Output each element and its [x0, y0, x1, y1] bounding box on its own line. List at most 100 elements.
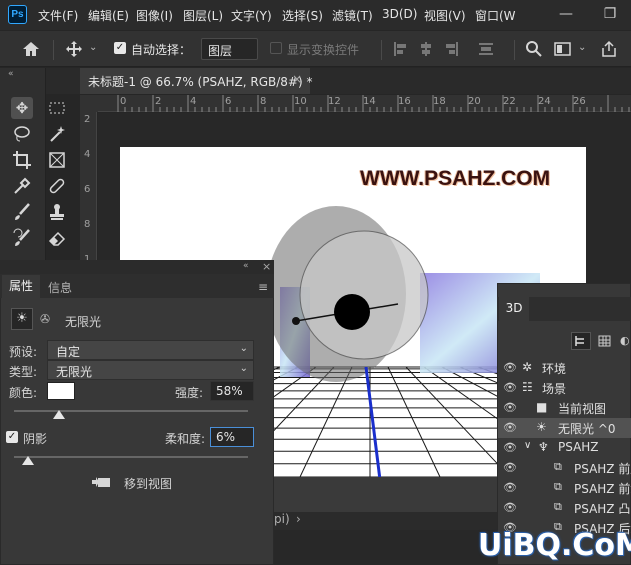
align-center-icon[interactable]: [417, 40, 435, 58]
menu-view[interactable]: 视图(V): [424, 7, 466, 24]
move-to-view-label[interactable]: 移到视图: [124, 475, 172, 492]
eye-icon[interactable]: 👁: [503, 461, 517, 474]
menu-layer[interactable]: 图层(L): [183, 7, 223, 24]
3d-item-material[interactable]: 👁 ⧉ PSAHZ 凸出: [498, 498, 631, 518]
scene-filter-icon[interactable]: [571, 332, 591, 350]
crop-tool-icon[interactable]: [11, 149, 33, 171]
panel-menu-icon[interactable]: ≡: [258, 280, 268, 294]
layer-dropdown[interactable]: 图层: [201, 38, 258, 60]
magic-wand-icon[interactable]: [46, 123, 68, 145]
3d-item-current-view[interactable]: 👁 ■ 当前视图: [498, 398, 631, 418]
color-swatch[interactable]: [47, 382, 75, 400]
brush-tool-icon[interactable]: [11, 201, 33, 223]
eyedropper-icon[interactable]: [11, 175, 33, 197]
document-tab[interactable]: 未标题-1 @ 66.7% (PSAHZ, RGB/8#) *: [80, 68, 312, 94]
align-right-icon[interactable]: [443, 40, 461, 58]
frame-tool-icon[interactable]: [46, 149, 68, 171]
close-icon[interactable]: ×: [262, 260, 271, 273]
chevron-right-icon[interactable]: ›: [296, 512, 301, 526]
restore-button[interactable]: ❐: [592, 0, 628, 30]
eye-icon[interactable]: 👁: [503, 381, 517, 394]
eye-icon[interactable]: 👁: [503, 421, 517, 434]
align-left-icon[interactable]: [391, 40, 409, 58]
collapse-icon[interactable]: «: [243, 261, 249, 271]
light-icon[interactable]: ☀: [11, 308, 33, 330]
chevron-down-icon[interactable]: ⌄: [578, 42, 586, 53]
ruler-label: 24: [538, 96, 551, 107]
chevron-down-icon: ⌄: [239, 363, 248, 374]
close-icon[interactable]: ×: [292, 72, 302, 86]
properties-panel: [0, 260, 274, 565]
3d-item-label: PSAHZ 前膨: [574, 462, 631, 476]
auto-select-label: 自动选择：: [131, 43, 192, 57]
ruler-label: 14: [363, 96, 376, 107]
show-transform-label: 显示变换控件: [287, 43, 360, 57]
light-handle: [292, 317, 300, 325]
softness-slider[interactable]: [14, 456, 248, 458]
move-tool-icon[interactable]: [63, 39, 85, 59]
3d-item-psahz[interactable]: 👁 ∨ ♆ PSAHZ: [498, 438, 631, 458]
menu-select[interactable]: 选择(S): [282, 7, 323, 24]
eye-icon[interactable]: 👁: [503, 501, 517, 514]
marquee-tool-icon[interactable]: [46, 97, 68, 119]
intensity-slider[interactable]: [14, 410, 248, 412]
horizontal-ruler[interactable]: 0 2 4 6 8 10 12 14 16 18 20 22 24 26: [98, 95, 631, 112]
preset-dropdown[interactable]: 自定 ⌄: [47, 340, 254, 360]
menu-filter[interactable]: 滤镜(T): [332, 7, 373, 24]
type-dropdown[interactable]: 无限光 ⌄: [47, 360, 254, 380]
intensity-slider-thumb[interactable]: [53, 410, 66, 419]
chevron-down-icon[interactable]: ∨: [524, 440, 531, 451]
material-filter-icon[interactable]: ◐: [620, 334, 631, 348]
eraser-tool-icon[interactable]: [46, 227, 68, 249]
stamp-tool-icon[interactable]: [46, 201, 68, 223]
lasso-tool-icon[interactable]: [11, 123, 33, 145]
search-icon[interactable]: [524, 39, 544, 59]
menu-type[interactable]: 文字(Y): [231, 7, 272, 24]
distribute-icon[interactable]: [477, 40, 495, 58]
tab-3d[interactable]: 3D: [499, 297, 529, 321]
3d-item-label: PSAHZ: [558, 440, 599, 454]
eye-icon[interactable]: 👁: [503, 481, 517, 494]
menu-image[interactable]: 图像(I): [136, 7, 173, 24]
3d-item-material[interactable]: 👁 ⧉ PSAHZ 前膨: [498, 458, 631, 478]
3d-item-environment[interactable]: 👁 ✲ 环境: [498, 358, 631, 378]
ruler-label: 0: [120, 96, 127, 107]
menu-3d[interactable]: 3D(D): [382, 7, 417, 21]
tab-info[interactable]: 信息: [48, 279, 72, 296]
move-to-view-icon[interactable]: [90, 474, 112, 490]
share-icon[interactable]: [599, 39, 619, 59]
shadow-checkbox[interactable]: ✓: [6, 431, 18, 443]
menu-window[interactable]: 窗口(W: [475, 7, 516, 24]
eye-icon[interactable]: 👁: [503, 441, 517, 454]
ruler-label: 6: [84, 184, 91, 195]
3d-item-infinite-light[interactable]: 👁 ☀ 无限光 ^0: [498, 418, 631, 438]
3d-item-material[interactable]: 👁 ⧉ PSAHZ 前斜: [498, 478, 631, 498]
eye-icon[interactable]: 👁: [503, 361, 517, 374]
eye-icon[interactable]: 👁: [503, 401, 517, 414]
auto-select-checkbox[interactable]: ✓: [114, 42, 126, 54]
chevron-down-icon[interactable]: ⌄: [89, 42, 97, 53]
workspace-icon[interactable]: [553, 39, 573, 59]
softness-field[interactable]: 6%: [210, 427, 254, 447]
ruler-label: 8: [260, 96, 267, 107]
intensity-label: 强度:: [175, 386, 204, 400]
home-icon[interactable]: [20, 39, 42, 59]
move-tool-icon[interactable]: ✥: [11, 97, 33, 119]
minimize-button[interactable]: —: [548, 0, 584, 30]
history-brush-icon[interactable]: [11, 227, 33, 249]
tab-properties[interactable]: 属性: [2, 275, 40, 298]
healing-brush-icon[interactable]: [46, 175, 68, 197]
show-transform-checkbox[interactable]: [270, 42, 282, 54]
softness-slider-thumb[interactable]: [22, 456, 35, 465]
coordinates-icon[interactable]: ✇: [40, 312, 56, 328]
ruler-label: 4: [190, 96, 197, 107]
3d-item-scene[interactable]: 👁 ☷ 场景: [498, 378, 631, 398]
menu-file[interactable]: 文件(F): [38, 7, 78, 24]
photoshop-logo: Ps: [8, 5, 27, 24]
menu-edit[interactable]: 编辑(E): [88, 7, 129, 24]
intensity-field[interactable]: 58%: [210, 381, 254, 401]
collapse-icon[interactable]: «: [8, 69, 14, 79]
mesh-filter-icon[interactable]: [597, 334, 613, 348]
environment-icon: ✲: [522, 360, 533, 374]
ruler-label: 4: [84, 149, 91, 160]
